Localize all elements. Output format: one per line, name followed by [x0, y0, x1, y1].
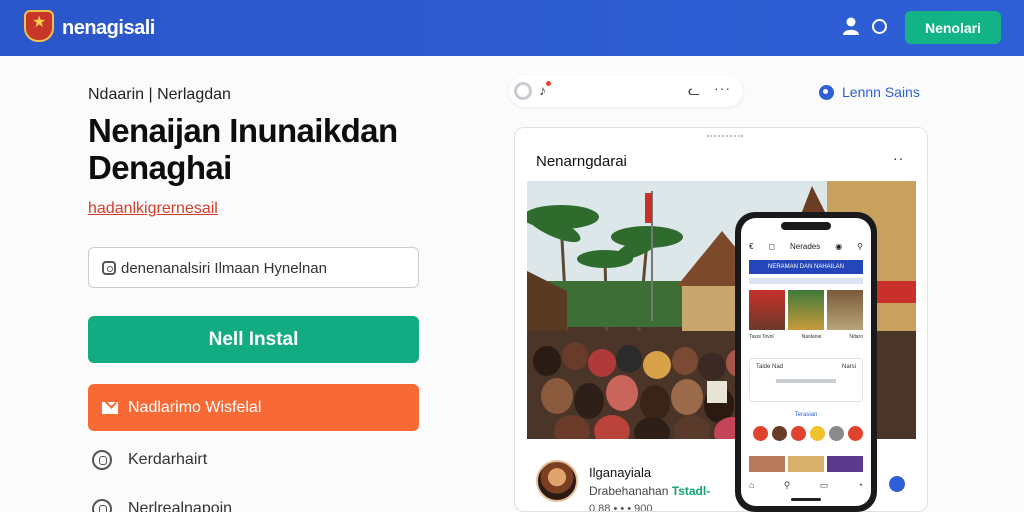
star-icon[interactable]: [810, 426, 825, 441]
image-tile[interactable]: [827, 290, 863, 330]
phone-bottom-nav: ⌂ ⚲ ▭ ◔: [749, 480, 863, 491]
settings-icon[interactable]: ◉: [835, 242, 842, 251]
avatar[interactable]: [829, 426, 844, 441]
link-item-2[interactable]: Nerlrealnapoin: [92, 499, 232, 512]
phone-mockup: € ◻ Nerades ◉ ⚲ NERAMAN DAN NAHAILAN Tas…: [735, 212, 877, 512]
phone-screen: € ◻ Nerades ◉ ⚲ NERAMAN DAN NAHAILAN Tas…: [741, 218, 871, 506]
phone-image-grid: [749, 290, 863, 330]
heart-icon[interactable]: [848, 426, 863, 441]
more-icon[interactable]: ···: [714, 80, 731, 96]
location-icon: [819, 84, 834, 100]
user-icon[interactable]: [841, 16, 861, 36]
brand-logo[interactable]: ★: [24, 10, 54, 42]
settings-icon[interactable]: [514, 82, 532, 100]
home-icon[interactable]: ⌂: [749, 480, 754, 491]
heart-icon[interactable]: [791, 426, 806, 441]
phone-thumb-row: [749, 456, 863, 472]
avatar[interactable]: [536, 460, 578, 502]
menu-icon[interactable]: €: [749, 242, 753, 251]
headline-line-1: Nenaijan Inunaikdan: [88, 112, 398, 149]
card-title: Nenarngdarai: [536, 153, 627, 170]
install-button[interactable]: Nell Instal: [88, 316, 419, 363]
info-icon[interactable]: [872, 19, 887, 34]
drag-handle[interactable]: [707, 135, 743, 139]
home-indicator: [791, 498, 821, 501]
chat-icon: [92, 450, 112, 470]
toolbar-pill: ♪ ᓚ ···: [509, 75, 743, 107]
profile-subtitle-highlight: Tstadl-: [671, 484, 711, 498]
image-tile[interactable]: [749, 290, 785, 330]
phone-notch: [781, 222, 831, 230]
image-caption: Naolanie: [801, 334, 822, 340]
chat-icon: [92, 499, 112, 512]
phone-banner[interactable]: NERAMAN DAN NAHAILAN: [749, 260, 863, 274]
thumbnail[interactable]: [749, 456, 785, 472]
bell-icon[interactable]: ♪: [539, 82, 546, 98]
image-tile[interactable]: [788, 290, 824, 330]
search-field[interactable]: [88, 247, 419, 288]
brand-name[interactable]: nenagisali: [62, 17, 155, 40]
mail-icon: [102, 401, 118, 414]
phone-app-title: Nerades: [790, 242, 821, 251]
reaction-row: [753, 426, 863, 441]
header-cta-button[interactable]: Nenolari: [905, 11, 1001, 44]
search-input[interactable]: [121, 256, 411, 280]
mail-button[interactable]: Nadlarimo Wisfelal: [88, 384, 419, 431]
link-item-1[interactable]: Kerdarhairt: [92, 450, 207, 470]
search-icon[interactable]: ⚲: [857, 242, 863, 251]
search-icon[interactable]: ⚲: [784, 480, 791, 491]
phone-image-captions: Tasoi Tovol Naolanie Ndaro: [749, 334, 863, 340]
list-item-meta: Narsi: [841, 364, 856, 370]
profile-icon[interactable]: ◔: [858, 480, 863, 491]
thumbnail[interactable]: [788, 456, 824, 472]
image-caption: Tasoi Tovol: [749, 334, 774, 340]
card-more-icon[interactable]: ··: [893, 150, 904, 166]
hero-eyebrow: Ndaarin | Nerlagdan: [88, 86, 231, 103]
link-item-label: Kerdarhairt: [128, 451, 208, 468]
profile-subtitle: Drabehanahan Tstadl-: [589, 484, 710, 498]
profile-stats: 0.88 • • • 900: [589, 503, 653, 512]
mail-button-label: Nadlarimo Wisfelal: [128, 398, 262, 416]
list-item-label: Talde Nad: [756, 364, 784, 370]
phone-list-item[interactable]: Talde Nad Narsi: [749, 358, 863, 402]
profile-name[interactable]: Ilganayiala: [589, 465, 651, 480]
headline-line-2: Denaghai: [88, 149, 232, 186]
hero-subhead-link[interactable]: hadanlkigrernesail: [88, 200, 218, 218]
cat-icon[interactable]: ᓚ: [688, 82, 700, 99]
top-navigation-bar: ★ nenagisali Nenolari: [0, 0, 1024, 56]
thumbnail[interactable]: [827, 456, 863, 472]
camera-icon: [102, 261, 116, 275]
link-item-label: Nerlrealnapoin: [128, 500, 233, 512]
image-caption: Ndaro: [849, 334, 863, 340]
phone-link[interactable]: Terasian: [741, 412, 871, 418]
message-icon[interactable]: ▭: [820, 480, 829, 491]
chat-fab-icon[interactable]: [889, 476, 905, 492]
secondary-link[interactable]: Lennn Sains: [819, 79, 920, 105]
star-icon: ★: [32, 14, 47, 31]
secondary-link-label: Lennn Sains: [842, 84, 920, 100]
phone-search-bar[interactable]: [749, 278, 863, 284]
list-item-bar: [776, 379, 836, 383]
phone-app-bar: € ◻ Nerades ◉ ⚲: [749, 242, 863, 251]
notification-dot: [546, 81, 551, 86]
camera-icon[interactable]: ◻: [768, 242, 775, 251]
heart-icon[interactable]: [753, 426, 768, 441]
hero-headline: Nenaijan Inunaikdan Denaghai: [88, 112, 398, 186]
profile-subtitle-text: Drabehanahan: [589, 484, 669, 498]
avatar[interactable]: [772, 426, 787, 441]
